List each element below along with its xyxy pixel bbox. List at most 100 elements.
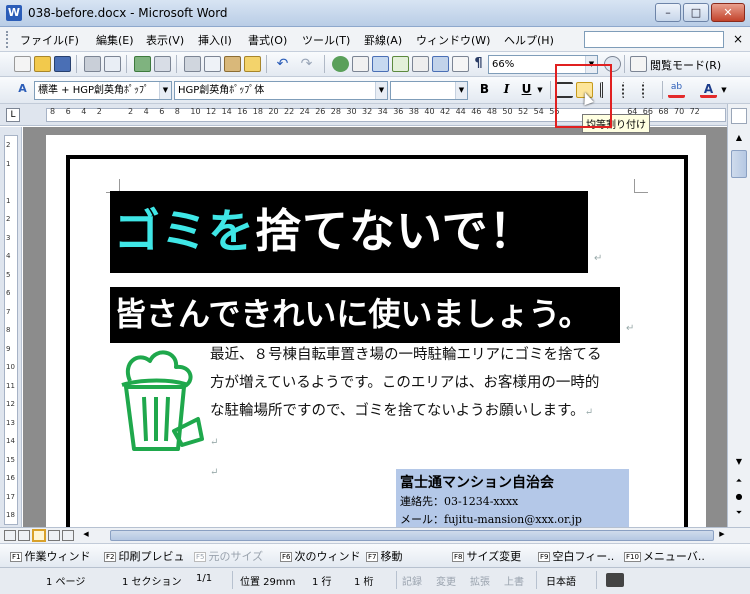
menu-format[interactable]: 書式(O)	[248, 32, 287, 48]
scroll-up-icon[interactable]: ▲	[731, 130, 747, 146]
fkey-f2[interactable]: F2 印刷プレビュ	[104, 548, 184, 564]
fkey-f8[interactable]: F8 サイズ変更	[452, 548, 521, 564]
menu-tools[interactable]: ツール(T)	[302, 32, 350, 48]
font-size-select[interactable]: ▼	[390, 81, 468, 100]
maximize-button[interactable]: □	[683, 3, 709, 22]
status-rec[interactable]: 記録	[402, 573, 422, 588]
web-layout-icon[interactable]	[18, 530, 30, 541]
scroll-right-icon[interactable]: ▶	[716, 530, 728, 542]
menu-view[interactable]: 表示(V)	[146, 32, 184, 48]
research-icon[interactable]	[154, 56, 171, 72]
hyperlink-icon[interactable]	[332, 56, 349, 72]
drawing-icon[interactable]	[432, 56, 449, 72]
undo-icon[interactable]: ↶	[274, 56, 291, 72]
status-line[interactable]: 1 行	[312, 573, 332, 588]
fkey-f6[interactable]: F6 次のウィンド	[280, 548, 360, 564]
status-position[interactable]: 位置 29mm	[240, 573, 295, 588]
redo-icon[interactable]: ↷	[298, 56, 315, 72]
cut-icon[interactable]	[184, 56, 201, 72]
subheadline[interactable]: 皆さんできれいに使いましょう。	[110, 287, 620, 343]
minimize-button[interactable]: –	[655, 3, 681, 22]
body-text[interactable]: 最近、８号棟自転車置き場の一時駐輪エリアにゴミを捨てる 方が増えているようです。…	[210, 341, 640, 487]
document-area[interactable]: ゴミを捨てないで！ ↵ 皆さんできれいに使いましょう。 ↵ 最近、８号棟自転車置…	[23, 127, 727, 527]
numbering-icon[interactable]	[622, 82, 639, 98]
normal-view-icon[interactable]	[4, 530, 16, 541]
print-icon[interactable]	[84, 56, 101, 72]
status-language[interactable]: 日本語	[546, 573, 576, 588]
close-document-button[interactable]: ×	[733, 32, 743, 46]
scroll-down-icon[interactable]: ▼	[731, 454, 747, 470]
columns-icon[interactable]	[412, 56, 429, 72]
fkey-f10[interactable]: F10 メニューバ..	[624, 548, 705, 564]
help-search-input[interactable]	[584, 31, 724, 48]
status-bar: 1 ページ 1 セクション 1/1 位置 29mm 1 行 1 桁 記録 変更 …	[0, 567, 750, 594]
reading-view-icon[interactable]	[62, 530, 74, 541]
copy-icon[interactable]	[204, 56, 221, 72]
status-ovr[interactable]: 上書	[504, 573, 524, 588]
open-folder-icon[interactable]	[34, 56, 51, 72]
fkey-f7[interactable]: F7 移動	[366, 548, 402, 564]
underline-button[interactable]: U	[518, 82, 535, 98]
ruler-tick-label: 54	[533, 107, 544, 116]
status-page[interactable]: 1 ページ	[46, 573, 85, 588]
italic-button[interactable]: I	[498, 82, 515, 98]
reading-layout-icon[interactable]	[630, 56, 647, 72]
fkey-f1[interactable]: F1 作業ウィンド	[10, 548, 90, 564]
scroll-left-icon[interactable]: ◀	[80, 530, 92, 542]
menu-insert[interactable]: 挿入(I)	[198, 32, 232, 48]
insert-table-icon[interactable]	[372, 56, 389, 72]
styles-formatting-icon[interactable]: A	[14, 82, 31, 98]
headline[interactable]: ゴミを捨てないで！	[110, 191, 588, 273]
status-section[interactable]: 1 セクション	[122, 573, 182, 588]
new-document-icon[interactable]	[14, 56, 31, 72]
menu-window[interactable]: ウィンドウ(W)	[416, 32, 490, 48]
contact-title: 富士通マンション自治会	[400, 475, 554, 491]
horizontal-scrollbar[interactable]: ◀ ▶	[0, 527, 750, 543]
print-preview-icon[interactable]	[104, 56, 121, 72]
scroll-thumb[interactable]	[731, 150, 747, 178]
chevron-down-icon[interactable]: ▼	[536, 82, 544, 98]
style-select[interactable]: 標準 + HGP創英角ﾎﾟｯﾌﾟ ▼	[34, 81, 172, 100]
vertical-scrollbar[interactable]: ▲ ▼ ⏶ ● ⏷	[727, 104, 750, 527]
previous-page-icon[interactable]: ⏶	[731, 476, 747, 490]
menu-table[interactable]: 罫線(A)	[364, 32, 402, 48]
status-pages[interactable]: 1/1	[196, 573, 212, 584]
hscroll-thumb[interactable]	[110, 530, 714, 541]
menu-file[interactable]: ファイル(F)	[20, 32, 79, 48]
document-map-icon[interactable]	[452, 56, 469, 72]
chevron-down-icon[interactable]: ▼	[720, 82, 728, 98]
format-painter-icon[interactable]	[244, 56, 261, 72]
status-ext[interactable]: 拡張	[470, 573, 490, 588]
read-mode-button[interactable]: 閲覧モード(R)	[650, 57, 721, 73]
page[interactable]: ゴミを捨てないで！ ↵ 皆さんできれいに使いましょう。 ↵ 最近、８号棟自転車置…	[46, 135, 706, 527]
tables-borders-icon[interactable]	[352, 56, 369, 72]
bold-button[interactable]: B	[476, 82, 493, 98]
close-button[interactable]: ✕	[711, 3, 745, 22]
fkey-f9[interactable]: F9 空白フィー..	[538, 548, 614, 564]
insert-excel-icon[interactable]	[392, 56, 409, 72]
trash-can-icon[interactable]	[112, 345, 204, 455]
spelling-icon[interactable]	[134, 56, 151, 72]
status-trk[interactable]: 変更	[436, 573, 456, 588]
phonetic-guide-icon[interactable]: ab	[668, 82, 685, 98]
paste-icon[interactable]	[224, 56, 241, 72]
font-color-button[interactable]: A	[700, 82, 717, 98]
font-select[interactable]: HGP創英角ﾎﾟｯﾌﾟ体 ▼	[174, 81, 388, 100]
bullets-icon[interactable]	[642, 82, 659, 98]
menu-edit[interactable]: 編集(E)	[96, 32, 134, 48]
contact-box[interactable]: 富士通マンション自治会 連絡先：03-1234-xxxx メール：fujitu-…	[396, 469, 629, 527]
next-page-icon[interactable]: ⏷	[731, 508, 747, 522]
browse-object-icon[interactable]: ●	[731, 492, 747, 506]
save-icon[interactable]	[54, 56, 71, 72]
key-label: F10	[624, 552, 641, 562]
show-hide-icon[interactable]: ¶	[470, 56, 487, 72]
spelling-status-icon[interactable]	[606, 573, 624, 587]
split-box[interactable]	[731, 108, 747, 124]
vertical-ruler[interactable]: 2 1 1 2 3 4 5 6 7 8 9 10 11 12 13 14 15 16 17 18	[0, 127, 22, 527]
menu-help[interactable]: ヘルプ(H)	[504, 32, 554, 48]
menu-grip[interactable]	[6, 31, 10, 48]
print-layout-icon[interactable]	[32, 529, 46, 542]
status-column[interactable]: 1 桁	[354, 573, 374, 588]
fkey-f5[interactable]: F5 元のサイズ	[194, 548, 263, 564]
outline-view-icon[interactable]	[48, 530, 60, 541]
